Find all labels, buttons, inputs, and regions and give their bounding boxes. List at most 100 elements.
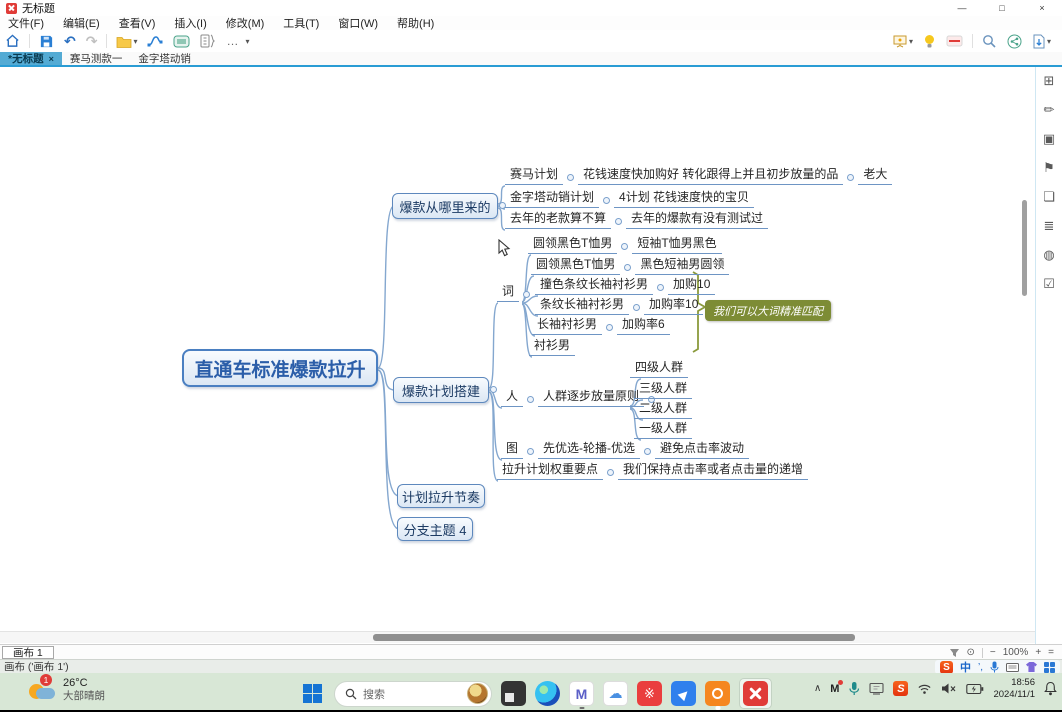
menu-view[interactable]: 查看(V) [119,15,156,31]
node-keyword[interactable]: 圆领黑色T恤男 [528,236,617,254]
chevron-down-icon[interactable]: ▾ [245,37,249,46]
flag-marker-icon[interactable]: ⚑ [1043,160,1055,176]
sogou-tray-icon[interactable]: S [893,681,908,696]
mindmap-canvas[interactable]: 直通车标准爆款拉升 爆款从哪里来的 赛马计划 花钱速度快加购好 转化跟得上并且初… [0,67,1062,644]
cast-display-icon[interactable] [869,682,884,695]
node-crowd-level3[interactable]: 三级人群 [634,381,692,399]
topic-hot-item-plan-build[interactable]: 爆款计划搭建 [393,377,489,403]
app-edge-browser[interactable] [535,681,560,706]
tab-close-icon[interactable]: × [49,54,54,64]
pin-view-icon[interactable]: ⊙ [967,647,975,658]
collapse-dot[interactable] [527,448,534,455]
menu-help[interactable]: 帮助(H) [397,15,434,31]
node-keyword-note[interactable]: 短袖T恤男黑色 [632,236,721,254]
app-pointer-tool[interactable]: ▶ [671,681,696,706]
comment-icon[interactable]: ◍ [1043,247,1054,263]
doc-tab-untitled[interactable]: *无标题 × [0,52,62,65]
horizontal-scrollbar[interactable] [0,631,1035,643]
notification-bell-icon[interactable] [1044,681,1057,696]
node-keyword[interactable]: 撞色条纹长袖衬衫男 [535,277,653,295]
doc-tab-saima[interactable]: 赛马测款一 [62,52,131,65]
node-last-year-old[interactable]: 去年的老款算不算 [505,211,611,229]
node-people-label[interactable]: 人 [501,389,523,407]
app-red-notes[interactable]: ※ [637,681,662,706]
battery-charging-icon[interactable] [966,683,984,695]
summary-button[interactable] [195,32,221,50]
redo-button[interactable]: ↷ [81,32,103,50]
collapse-dot[interactable] [624,264,631,271]
node-keyword[interactable]: 条纹长袖衬衫男 [535,297,629,315]
share-button[interactable] [1002,32,1027,50]
topic-plan-rhythm[interactable]: 计划拉升节奏 [397,484,485,508]
node-word-label[interactable]: 词 [497,284,519,302]
node-crowd-level2[interactable]: 二级人群 [634,401,692,419]
menu-window[interactable]: 窗口(W) [338,15,378,31]
minimize-button[interactable]: — [942,0,982,16]
marker-button[interactable] [941,32,968,50]
insert-image-icon[interactable]: ▣ [1043,131,1055,147]
home-button[interactable] [0,32,25,50]
collapse-dot[interactable] [633,304,640,311]
search-highlight-image[interactable] [467,683,488,704]
node-keyword[interactable]: 圆领黑色T恤男 [531,257,620,275]
relationship-button[interactable] [142,32,168,50]
menu-edit[interactable]: 编辑(E) [63,15,100,31]
wifi-icon[interactable] [917,682,932,695]
more-tools-button[interactable]: … [221,32,244,50]
style-brush-icon[interactable]: ✏ [1044,102,1055,118]
filter-icon[interactable] [949,648,960,658]
node-weight-note[interactable]: 我们保持点击率或者点击量的递增 [618,462,808,480]
collapse-dot[interactable] [621,243,628,250]
taskbar-search[interactable]: 搜索 [334,681,492,707]
task-icon[interactable]: ☑ [1043,276,1055,292]
app-xmind-active[interactable] [739,678,772,709]
collapse-dot[interactable] [567,174,574,181]
topic-where-hot-items-come-from[interactable]: 爆款从哪里来的 [392,193,498,219]
vertical-scrollbar-thumb[interactable] [1022,200,1027,296]
node-keyword[interactable]: 衬衫男 [529,338,575,356]
collapse-dot[interactable] [644,448,651,455]
node-crowd-level1[interactable]: 一级人群 [634,421,692,439]
collapse-dot[interactable] [527,396,534,403]
node-pic-note[interactable]: 避免点击率波动 [655,441,749,459]
menu-modify[interactable]: 修改(M) [226,15,265,31]
app-cloud-drive[interactable]: ☁ [603,681,628,706]
zoom-in-button[interactable]: + [1035,647,1041,658]
volume-muted-icon[interactable] [941,682,957,695]
search-button[interactable] [977,32,1002,50]
node-keyword-note[interactable]: 黑色短袖男圆领 [635,257,729,275]
collapse-dot[interactable] [657,284,664,291]
vertical-scrollbar[interactable] [1021,67,1028,627]
boundary-button[interactable] [168,32,195,50]
weather-widget[interactable]: 1 26°C 大部晴朗 [28,676,105,703]
clock[interactable]: 18:56 2024/11/1 [993,677,1035,701]
topic-branch-4[interactable]: 分支主题 4 [397,517,473,541]
maximize-button[interactable]: □ [982,0,1022,16]
node-pic-flow[interactable]: 先优选-轮播-优选 [538,441,640,459]
menu-file[interactable]: 文件(F) [8,15,44,31]
node-weight-label[interactable]: 拉升计划权重要点 [497,462,603,480]
collapse-dot[interactable] [603,197,610,204]
keyboard-icon[interactable] [1006,663,1019,672]
app-screen-capture[interactable] [705,681,730,706]
menu-tools[interactable]: 工具(T) [283,15,319,31]
structure-icon[interactable]: ⊞ [1044,73,1055,89]
skin-icon[interactable] [1026,662,1037,672]
node-pyramid-plan[interactable]: 金字塔动销计划 [505,190,599,208]
menu-insert[interactable]: 插入(I) [174,15,206,31]
node-pic-label[interactable]: 图 [501,441,523,459]
node-saima-detail[interactable]: 花钱速度快加购好 转化跟得上并且初步放量的品 [578,167,843,185]
close-button[interactable]: × [1022,0,1062,16]
collapse-dot[interactable] [615,218,622,225]
label-icon[interactable]: ❏ [1043,189,1055,205]
voice-input-icon[interactable] [990,661,999,673]
collapse-dot[interactable] [847,174,854,181]
node-keyword[interactable]: 长袖衬衫男 [532,317,602,335]
node-keyword-note[interactable]: 加购10 [668,277,715,295]
node-keyword-note[interactable]: 加购率6 [617,317,670,335]
tray-overflow-chevron[interactable]: ∧ [814,683,821,694]
collapse-dot[interactable] [607,469,614,476]
notes-icon[interactable]: ≣ [1044,218,1055,234]
sogou-toolbox-icon[interactable] [1044,662,1055,673]
node-keyword-note[interactable]: 加购率10 [644,297,703,315]
